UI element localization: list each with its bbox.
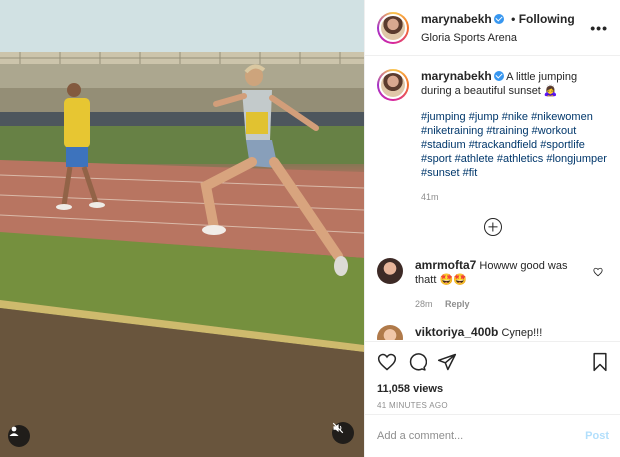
- verified-badge-icon: [493, 14, 504, 25]
- save-button[interactable]: [591, 352, 609, 372]
- share-button[interactable]: [437, 352, 457, 372]
- view-count[interactable]: 11,058 views: [377, 383, 609, 395]
- plus-circle-icon[interactable]: [484, 218, 502, 236]
- author-avatar[interactable]: [377, 11, 409, 44]
- caption-author-avatar[interactable]: [377, 69, 409, 101]
- author-username[interactable]: marynabekh: [421, 12, 492, 27]
- comment-button[interactable]: [407, 352, 427, 372]
- commenter-avatar[interactable]: [377, 258, 403, 284]
- comment-meta: 28m Reply: [415, 297, 585, 311]
- comment-time[interactable]: 28m: [415, 299, 433, 309]
- heart-icon: [593, 267, 603, 277]
- like-comment-button[interactable]: [593, 264, 603, 282]
- speaker-muted-icon: [332, 422, 344, 434]
- add-comment-input[interactable]: [377, 430, 586, 442]
- comment-item: viktoriya_400b Супер!!!: [377, 325, 609, 340]
- caption-body: marynabekh A little jumping during a bea…: [421, 69, 609, 204]
- commenter-username[interactable]: viktoriya_400b: [415, 325, 498, 339]
- comment-text: Супер!!!: [501, 327, 543, 339]
- post-caption: marynabekh A little jumping during a bea…: [377, 69, 609, 204]
- post-location[interactable]: Gloria Sports Arena: [421, 32, 575, 45]
- user-icon: [9, 426, 19, 436]
- heart-icon: [377, 353, 397, 371]
- more-horizontal-icon: •••: [590, 20, 608, 36]
- comment-icon: [409, 353, 427, 371]
- verified-badge-icon: [493, 71, 504, 81]
- post-comment-button[interactable]: Post: [585, 430, 609, 442]
- post-media[interactable]: [0, 0, 364, 457]
- audio-muted-button[interactable]: [332, 422, 354, 444]
- sunset-haze: [0, 0, 364, 457]
- following-button[interactable]: • Following: [511, 12, 575, 27]
- comment-body: amrmofta7 Howww good was thatt 🤩🤩 28m Re…: [415, 258, 585, 311]
- comment-item: amrmofta7 Howww good was thatt 🤩🤩 28m Re…: [377, 258, 609, 311]
- post-actions: 11,058 views 41 MINUTES AGO: [365, 341, 620, 414]
- author-info: marynabekh • Following Gloria Sports Are…: [421, 10, 575, 44]
- reply-button[interactable]: Reply: [445, 299, 470, 309]
- comment-composer: Post: [365, 414, 620, 457]
- comments-list[interactable]: marynabekh A little jumping during a bea…: [365, 57, 620, 340]
- caption-hashtags[interactable]: #jumping #jump #nike #nikewomen #niketra…: [421, 110, 609, 180]
- post-side-panel: marynabekh • Following Gloria Sports Are…: [364, 0, 620, 457]
- more-options-button[interactable]: •••: [590, 20, 608, 36]
- action-icons: [377, 348, 609, 376]
- post-video-frame: [0, 0, 364, 457]
- commenter-username[interactable]: amrmofta7: [415, 258, 476, 272]
- post-header: marynabekh • Following Gloria Sports Are…: [365, 0, 620, 56]
- load-more-comments[interactable]: [377, 218, 609, 236]
- comment-body: viktoriya_400b Супер!!!: [415, 325, 585, 340]
- like-button[interactable]: [377, 352, 397, 372]
- caption-time[interactable]: 41m: [421, 190, 609, 204]
- paper-plane-icon: [437, 353, 457, 371]
- tagged-users-button[interactable]: [8, 425, 30, 447]
- caption-username[interactable]: marynabekh: [421, 69, 492, 83]
- post-timestamp[interactable]: 41 MINUTES AGO: [377, 401, 609, 410]
- bookmark-icon: [593, 352, 607, 372]
- commenter-avatar[interactable]: [377, 325, 403, 340]
